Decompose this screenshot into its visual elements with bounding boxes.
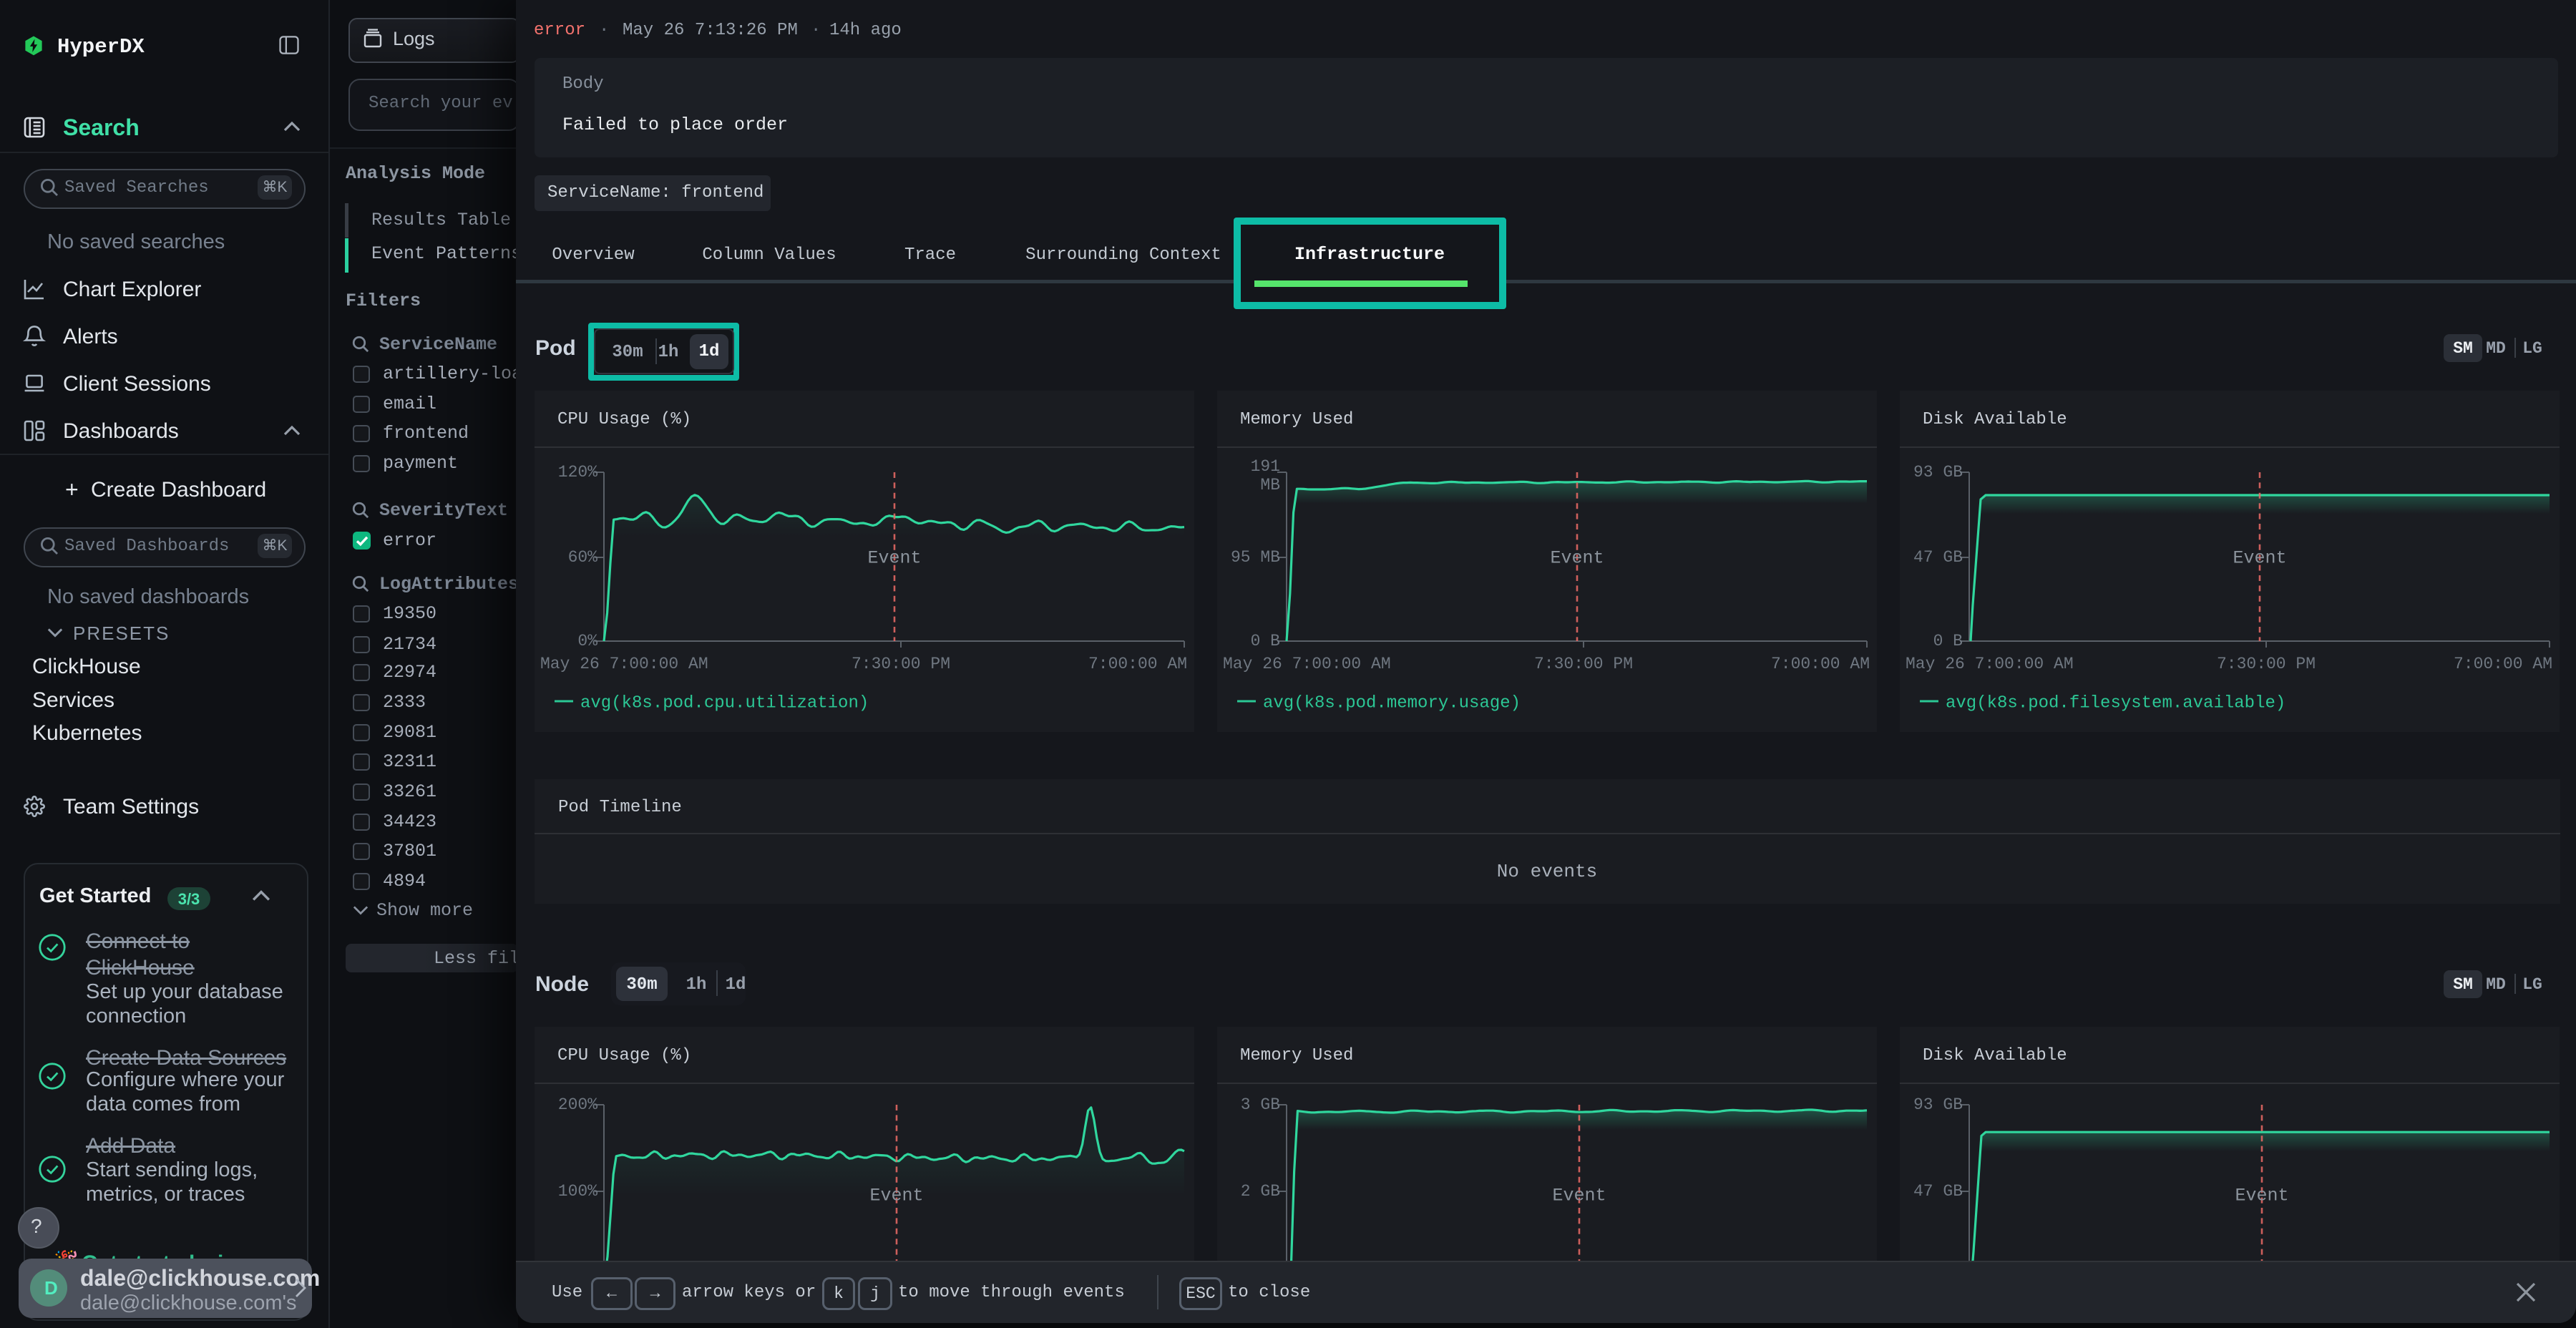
svg-text:120%: 120% <box>558 463 597 482</box>
svg-text:93 GB: 93 GB <box>1913 1095 1963 1114</box>
svg-text:0 B: 0 B <box>1933 632 1963 650</box>
svg-text:May 26 7:00:00 AM: May 26 7:00:00 AM <box>1223 655 1391 673</box>
svg-text:60%: 60% <box>568 548 598 567</box>
svg-text:Event: Event <box>2233 548 2286 569</box>
svg-text:avg(k8s.pod.filesystem.availab: avg(k8s.pod.filesystem.available) <box>1946 693 2285 713</box>
svg-text:7:00:00 AM: 7:00:00 AM <box>1771 655 1870 673</box>
svg-text:Memory Used: Memory Used <box>1240 410 1353 429</box>
svg-text:avg(k8s.pod.memory.usage): avg(k8s.pod.memory.usage) <box>1263 693 1521 713</box>
svg-text:0%: 0% <box>577 632 597 650</box>
svg-text:Disk Available: Disk Available <box>1923 410 2067 429</box>
svg-text:Event: Event <box>1552 1186 1606 1206</box>
svg-text:Event: Event <box>869 1186 923 1206</box>
svg-text:CPU Usage (%): CPU Usage (%) <box>557 1046 691 1065</box>
svg-text:47 GB: 47 GB <box>1913 548 1963 567</box>
svg-text:191: 191 <box>1251 457 1280 476</box>
svg-text:95 MB: 95 MB <box>1231 548 1280 567</box>
svg-text:7:00:00 AM: 7:00:00 AM <box>2454 655 2552 673</box>
svg-text:Memory Used: Memory Used <box>1240 1046 1353 1065</box>
svg-text:7:00:00 AM: 7:00:00 AM <box>1088 655 1187 673</box>
svg-text:MB: MB <box>1260 476 1280 494</box>
svg-text:May 26 7:00:00 AM: May 26 7:00:00 AM <box>540 655 708 673</box>
svg-text:2 GB: 2 GB <box>1241 1182 1280 1201</box>
svg-text:7:30:00 PM: 7:30:00 PM <box>2217 655 2316 673</box>
svg-text:93 GB: 93 GB <box>1913 463 1963 482</box>
svg-text:CPU Usage (%): CPU Usage (%) <box>557 410 691 429</box>
svg-text:avg(k8s.pod.cpu.utilization): avg(k8s.pod.cpu.utilization) <box>580 693 869 713</box>
svg-text:Disk Available: Disk Available <box>1923 1046 2067 1065</box>
svg-text:7:30:00 PM: 7:30:00 PM <box>852 655 950 673</box>
svg-text:0 B: 0 B <box>1251 632 1280 650</box>
svg-text:100%: 100% <box>558 1182 597 1201</box>
svg-text:3 GB: 3 GB <box>1241 1095 1280 1114</box>
svg-text:200%: 200% <box>558 1095 597 1114</box>
svg-text:May 26 7:00:00 AM: May 26 7:00:00 AM <box>1906 655 2074 673</box>
svg-text:Event: Event <box>2235 1186 2288 1206</box>
svg-text:47 GB: 47 GB <box>1913 1182 1963 1201</box>
svg-text:Event: Event <box>1550 548 1604 569</box>
svg-text:7:30:00 PM: 7:30:00 PM <box>1534 655 1633 673</box>
svg-text:Event: Event <box>867 548 921 569</box>
